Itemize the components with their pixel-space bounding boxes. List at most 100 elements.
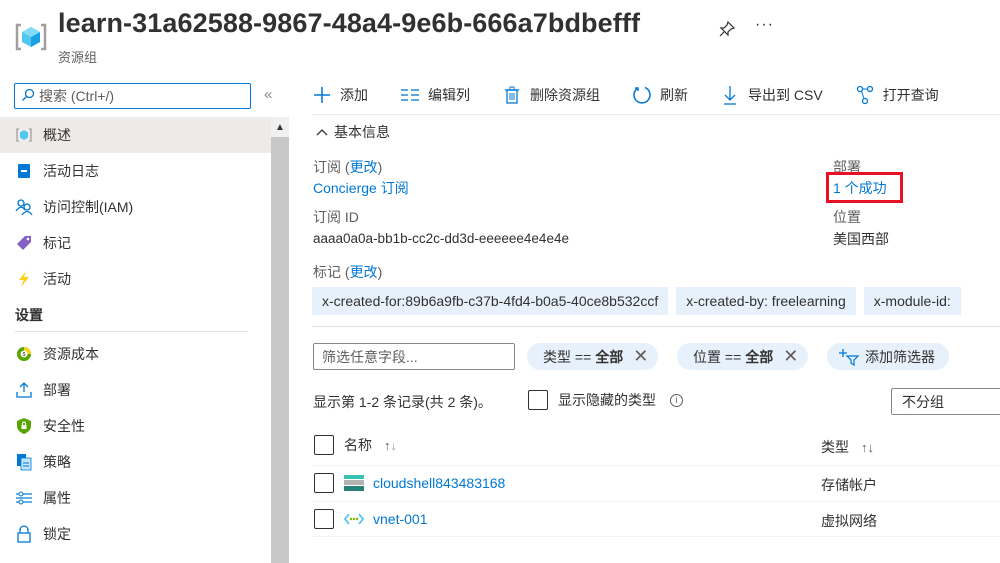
table-row[interactable]: cloudshell843483168 [314, 473, 505, 493]
location-label: 位置 [833, 209, 861, 225]
records-count: 显示第 1-2 条记录(共 2 条)。 [313, 394, 492, 410]
sidebar-item-label: 概述 [43, 127, 71, 143]
resource-group-icon [14, 20, 48, 54]
open-query-button[interactable]: 打开查询 [855, 85, 939, 105]
select-all-checkbox[interactable] [314, 435, 334, 455]
location-value: 美国西部 [833, 231, 889, 247]
chevron-up-icon [316, 128, 328, 136]
essentials-divider [312, 326, 1000, 327]
sidebar-item-policies[interactable]: 策略 [0, 444, 271, 480]
sidebar-item-properties[interactable]: 属性 [0, 480, 271, 516]
grouping-select[interactable]: 不分组 [891, 388, 1000, 415]
add-filter-icon [839, 348, 859, 366]
resource-type: 虚拟网络 [821, 513, 877, 529]
sidebar-item-tags[interactable]: 标记 [0, 225, 271, 261]
row-checkbox[interactable] [314, 473, 334, 493]
tag-chip[interactable]: x-module-id: [863, 287, 961, 315]
cost-icon: $ [15, 345, 33, 363]
toolbar-divider [312, 114, 1000, 115]
search-icon [21, 88, 35, 105]
properties-icon [15, 489, 33, 507]
show-hidden-types: 显示隐藏的类型 i [528, 390, 683, 410]
info-icon[interactable]: i [670, 393, 683, 407]
tag-chip[interactable]: x-created-for:89b6a9fb-c37b-4fd4-b0a5-40… [312, 287, 669, 315]
security-shield-icon [15, 417, 33, 435]
close-icon[interactable]: ✕ [633, 346, 648, 367]
row-divider [312, 536, 1000, 537]
deploy-icon [15, 381, 33, 399]
name-column-header[interactable]: 名称 ↑↓ [314, 435, 397, 455]
policy-icon [15, 453, 33, 471]
subscription-id-value: aaaa0a0a-bb1b-cc2c-dd3d-eeeeee4e4e4e [313, 231, 569, 246]
row-checkbox[interactable] [314, 509, 334, 529]
page-subtitle: 资源组 [58, 50, 98, 65]
essentials-toggle[interactable]: 基本信息 [316, 122, 390, 142]
location-filter-pill[interactable]: 位置 == 全部 ✕ [677, 343, 809, 370]
change-tags-link[interactable]: 更改 [350, 264, 378, 280]
sidebar-item-activity-log[interactable]: 活动日志 [0, 153, 271, 189]
sidebar-item-label: 属性 [43, 490, 71, 506]
collapse-sidebar-button[interactable]: « [264, 86, 272, 103]
close-icon[interactable]: ✕ [783, 346, 798, 367]
refresh-icon [632, 85, 652, 105]
sidebar-item-locks[interactable]: 锁定 [0, 516, 271, 552]
activity-log-icon [15, 162, 33, 180]
add-button[interactable]: 添加 [312, 85, 368, 105]
delete-resource-group-button[interactable]: 删除资源组 [502, 85, 600, 105]
sidebar-section-settings: 设置 [15, 307, 43, 323]
sidebar-divider [15, 331, 248, 332]
show-hidden-types-checkbox[interactable] [528, 390, 548, 410]
table-row[interactable]: vnet-001 [314, 509, 427, 529]
sidebar-search[interactable] [14, 83, 251, 109]
filter-input[interactable] [313, 343, 515, 370]
svg-text:$: $ [23, 352, 26, 358]
edit-columns-button[interactable]: 编辑列 [400, 85, 470, 105]
sort-icon[interactable]: ↑↓ [861, 440, 874, 455]
add-filter-button[interactable]: 添加筛选器 [827, 343, 949, 370]
sidebar-item-security[interactable]: 安全性 [0, 408, 271, 444]
subscription-label-row: 订阅 (更改) [313, 159, 383, 175]
refresh-button[interactable]: 刷新 [632, 85, 688, 105]
sidebar-item-label: 访问控制(IAM) [43, 199, 134, 215]
subscription-link[interactable]: Concierge 订阅 [313, 178, 409, 198]
tags-label-row: 标记 (更改) [313, 264, 383, 280]
sidebar-item-label: 活动日志 [43, 163, 99, 179]
iam-icon [15, 198, 33, 216]
download-icon [720, 85, 740, 105]
trash-icon [502, 85, 522, 105]
sort-icon[interactable]: ↑↓ [384, 438, 397, 453]
columns-icon [400, 85, 420, 105]
subscription-id-label: 订阅 ID [313, 209, 359, 225]
pin-icon[interactable] [718, 20, 736, 38]
sidebar-item-label: 活动 [43, 271, 71, 287]
resource-name-link[interactable]: vnet-001 [373, 511, 427, 527]
sidebar-nav: 概述 活动日志 访问控制(IAM) 标记 活动 设置 $ 资源成本 部署 安全性… [0, 117, 271, 552]
lock-icon [15, 525, 33, 543]
sidebar-item-overview[interactable]: 概述 [0, 117, 271, 153]
export-csv-button[interactable]: 导出到 CSV [720, 85, 823, 105]
scroll-up-button[interactable]: ▲ [271, 117, 289, 137]
virtual-network-icon [344, 512, 364, 526]
sidebar-item-iam[interactable]: 访问控制(IAM) [0, 189, 271, 225]
resource-group-icon [15, 126, 33, 144]
tag-chip[interactable]: x-created-by: freelearning [676, 287, 856, 315]
highlight-box [826, 172, 903, 203]
sidebar-scrollbar[interactable] [271, 117, 289, 563]
sidebar-item-deployments[interactable]: 部署 [0, 372, 271, 408]
change-subscription-link[interactable]: 更改 [350, 159, 378, 175]
sidebar-item-label: 策略 [43, 454, 71, 470]
sidebar-item-cost[interactable]: $ 资源成本 [0, 336, 271, 372]
sidebar-item-events[interactable]: 活动 [0, 261, 271, 297]
storage-account-icon [344, 475, 364, 491]
command-bar: 添加 编辑列 删除资源组 刷新 导出到 CSV 打开查询 [312, 82, 971, 108]
tag-list: x-created-for:89b6a9fb-c37b-4fd4-b0a5-40… [312, 287, 969, 315]
sidebar-search-input[interactable] [39, 88, 229, 104]
type-filter-pill[interactable]: 类型 == 全部 ✕ [527, 343, 659, 370]
page-title: learn-31a62588-9867-48a4-9e6b-666a7bdbef… [58, 8, 641, 38]
row-divider [312, 501, 1000, 502]
type-column-header[interactable]: 类型 ↑↓ [821, 437, 874, 457]
resource-name-link[interactable]: cloudshell843483168 [373, 475, 505, 491]
sidebar-item-label: 安全性 [43, 418, 85, 434]
more-options-button[interactable]: ··· [755, 16, 774, 34]
sidebar-item-label: 锁定 [43, 526, 71, 542]
